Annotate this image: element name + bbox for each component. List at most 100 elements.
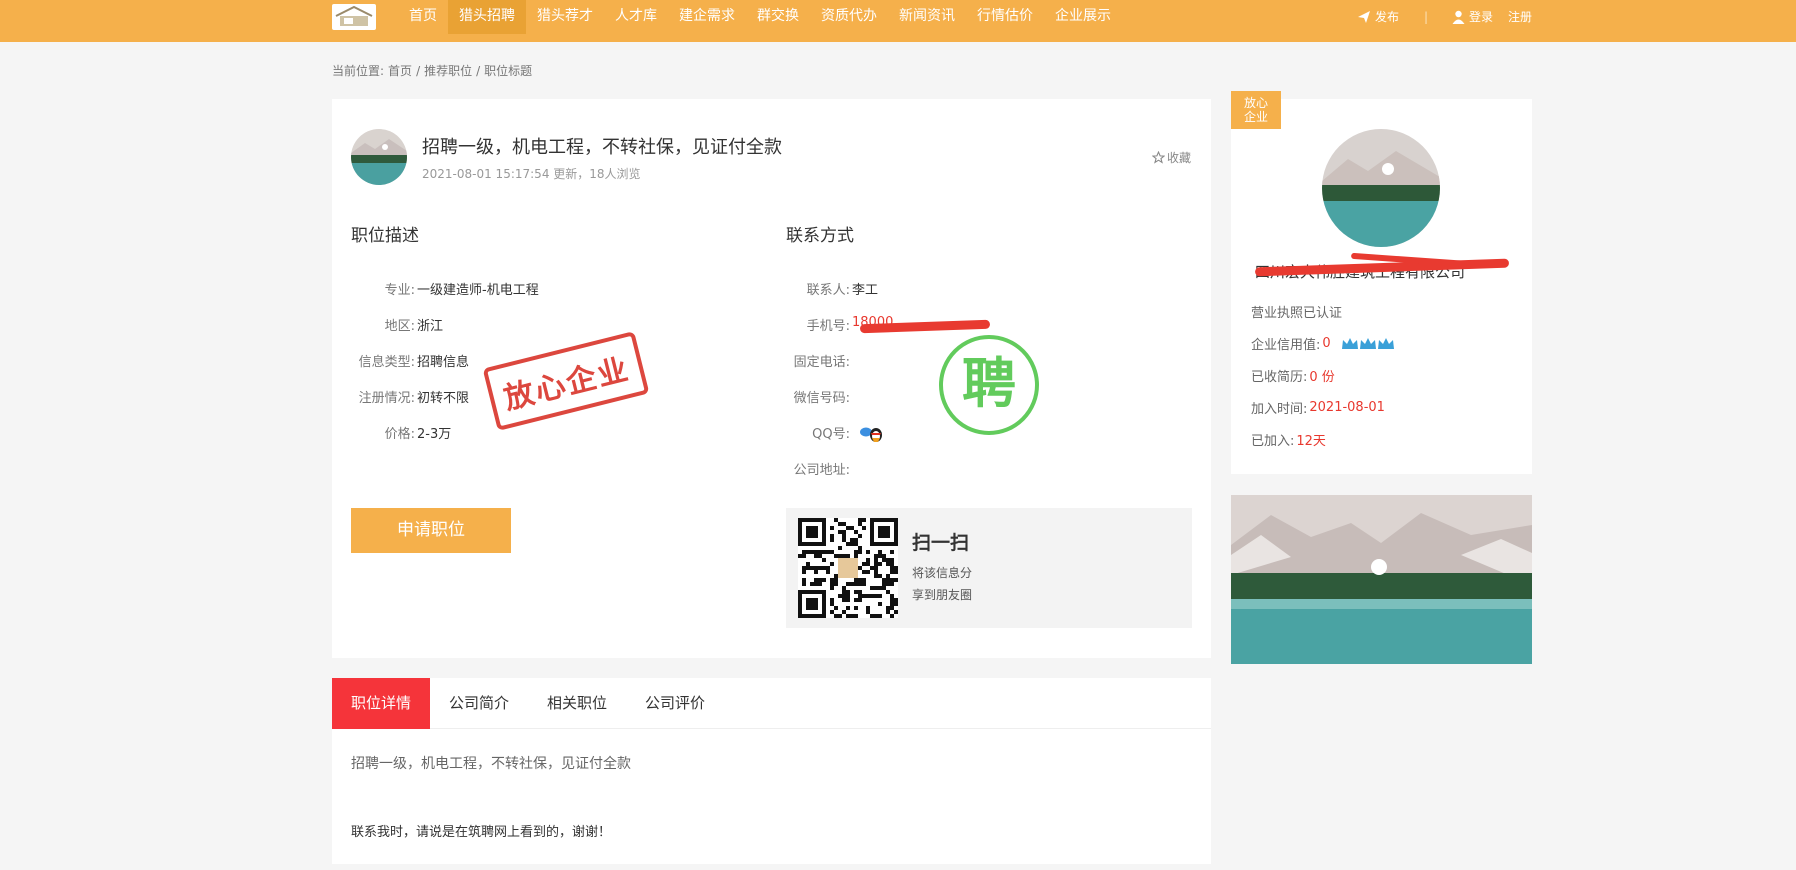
tab[interactable]: 公司评价 — [626, 678, 724, 729]
tab[interactable]: 相关职位 — [528, 678, 626, 729]
description-field: 地区: 浙江 — [351, 315, 443, 334]
contact-note: 联系我时，请说是在筑聘网上看到的，谢谢！ — [351, 825, 612, 840]
login-link[interactable]: 登录 — [1452, 0, 1493, 34]
publish-link[interactable]: 发布 — [1357, 0, 1399, 34]
description-title: 职位描述 — [351, 226, 419, 246]
share-box: 扫一扫 将该信息分 享到朋友圈 — [786, 508, 1192, 628]
description-field: 专业: 一级建造师-机电工程 — [351, 279, 539, 298]
joined-row: 加入时间: 2021-08-01 — [1251, 398, 1385, 417]
badge-line-1: 放心 — [1243, 96, 1268, 110]
contact-field: QQ号: — [786, 423, 852, 442]
field-value: 招聘信息 — [417, 355, 470, 370]
breadcrumb-separator: / — [476, 64, 481, 78]
resumes-value: 0 份 — [1309, 370, 1335, 385]
field-label: 公司地址: — [793, 463, 850, 478]
nav-item[interactable]: 人才库 — [604, 0, 668, 34]
field-label: 固定电话: — [793, 355, 850, 370]
scan-line-2: 享到朋友圈 — [912, 588, 973, 602]
qr-code — [798, 518, 898, 618]
contact-field: 联系人: 李工 — [786, 279, 878, 298]
trusted-enterprise-stamp: 放心企业 — [482, 331, 650, 431]
field-value: 初转不限 — [417, 391, 470, 406]
breadcrumb-home[interactable]: 首页 — [388, 64, 412, 78]
field-label: 地区: — [384, 319, 415, 334]
trusted-badge: 放心 企业 — [1231, 91, 1281, 129]
badge-line-2: 企业 — [1243, 110, 1268, 124]
favorite-label: 收藏 — [1166, 151, 1191, 165]
tab[interactable]: 公司简介 — [430, 678, 528, 729]
credit-value: 0 — [1322, 336, 1331, 351]
field-value: 一级建造师-机电工程 — [417, 283, 539, 298]
nav-item[interactable]: 猎头招聘 — [448, 0, 526, 34]
nav-item[interactable]: 新闻资讯 — [888, 0, 966, 34]
qq-icon[interactable] — [859, 425, 885, 443]
contact-title: 联系方式 — [786, 226, 854, 246]
star-icon — [1151, 151, 1165, 164]
side-banner-image[interactable] — [1231, 495, 1532, 664]
detail-tabs: 职位详情 公司简介 相关职位 公司评价 — [332, 678, 1211, 729]
breadcrumb-prefix: 当前位置: — [332, 64, 385, 78]
field-label: 专业: — [384, 283, 415, 298]
field-label: 微信号码: — [793, 391, 850, 406]
apply-job-button[interactable]: 申请职位 — [351, 508, 511, 553]
breadcrumb-separator: / — [416, 64, 421, 78]
job-tabs-card: 职位详情 公司简介 相关职位 公司评价 招聘一级，机电工程，不转社保，见证付全款 联系… — [332, 678, 1211, 864]
days-value: 12天 — [1296, 434, 1326, 449]
site-logo[interactable] — [332, 4, 376, 30]
tab[interactable]: 职位详情 — [332, 678, 431, 729]
field-label: 注册情况: — [358, 391, 415, 406]
description-field: 价格: 2-3万 — [351, 423, 452, 442]
favorite-button[interactable]: 收藏 — [1151, 149, 1191, 166]
days-row: 已加入: 12天 — [1251, 430, 1326, 449]
job-detail-text: 招聘一级，机电工程，不转社保，见证付全款 — [351, 756, 631, 772]
user-icon — [1452, 10, 1465, 24]
scan-title: 扫一扫 — [912, 532, 970, 554]
company-logo — [1322, 129, 1440, 247]
contact-field: 公司地址: — [786, 459, 852, 478]
breadcrumb-current: 职位标题 — [484, 64, 533, 78]
nav-item[interactable]: 企业展示 — [1044, 0, 1122, 34]
field-label: 联系人: — [806, 283, 850, 298]
resumes-row: 已收简历: 0 份 — [1251, 366, 1335, 385]
field-label: QQ号: — [812, 427, 850, 442]
field-value: 2-3万 — [417, 427, 452, 442]
joined-label: 加入时间: — [1251, 402, 1308, 417]
register-link[interactable]: 注册 — [1508, 0, 1532, 34]
nav-item[interactable]: 群交换 — [746, 0, 810, 34]
nav-item[interactable]: 行情估价 — [966, 0, 1044, 34]
field-value: 浙江 — [417, 319, 444, 334]
nav-item[interactable]: 首页 — [398, 0, 448, 34]
field-label: 信息类型: — [358, 355, 415, 370]
description-field: 注册情况: 初转不限 — [351, 387, 469, 406]
crown-icon — [1341, 337, 1394, 349]
company-avatar — [351, 129, 407, 185]
company-card: 放心 企业 四川宏大伟胜建筑工程有限公司 营业执照已认证 企业信用值: 0 已收… — [1231, 91, 1532, 474]
license-status: 营业执照已认证 — [1251, 302, 1342, 321]
publish-label: 发布 — [1375, 9, 1400, 24]
joined-value: 2021-08-01 — [1309, 400, 1385, 415]
field-label: 手机号: — [806, 319, 850, 334]
nav-item[interactable]: 建企需求 — [668, 0, 746, 34]
field-value: 李工 — [852, 283, 879, 298]
top-navigation-bar: 首页 猎头招聘 猎头荐才 人才库 建企需求 群交换 资质代办 新闻资讯 行情估价 企业展示 发布 … — [0, 0, 1796, 42]
credit-label: 企业信用值: — [1251, 338, 1321, 353]
job-title: 招聘一级，机电工程，不转社保，见证付全款 — [422, 137, 782, 158]
register-label: 注册 — [1508, 9, 1533, 24]
contact-field: 固定电话: — [786, 351, 852, 370]
days-label: 已加入: — [1251, 434, 1295, 449]
job-detail-card: 招聘一级，机电工程，不转社保，见证付全款 2021-08-01 15:17:54… — [332, 99, 1211, 658]
breadcrumb-section[interactable]: 推荐职位 — [424, 64, 472, 78]
main-nav: 首页 猎头招聘 猎头荐才 人才库 建企需求 群交换 资质代办 新闻资讯 行情估价 企业展示 — [398, 0, 1122, 34]
nav-item[interactable]: 猎头荐才 — [526, 0, 604, 34]
login-label: 登录 — [1469, 9, 1494, 24]
header-divider: | — [1424, 9, 1429, 24]
nav-item[interactable]: 资质代办 — [810, 0, 888, 34]
credit-row: 企业信用值: 0 — [1251, 334, 1395, 353]
license-text: 营业执照已认证 — [1251, 306, 1343, 321]
description-field: 信息类型: 招聘信息 — [351, 351, 469, 370]
field-label: 价格: — [384, 427, 415, 442]
hire-stamp: 聘 — [939, 335, 1039, 435]
resumes-label: 已收简历: — [1251, 370, 1308, 385]
job-meta: 2021-08-01 15:17:54 更新，18人浏览 — [422, 167, 641, 181]
paper-plane-icon — [1358, 11, 1370, 23]
